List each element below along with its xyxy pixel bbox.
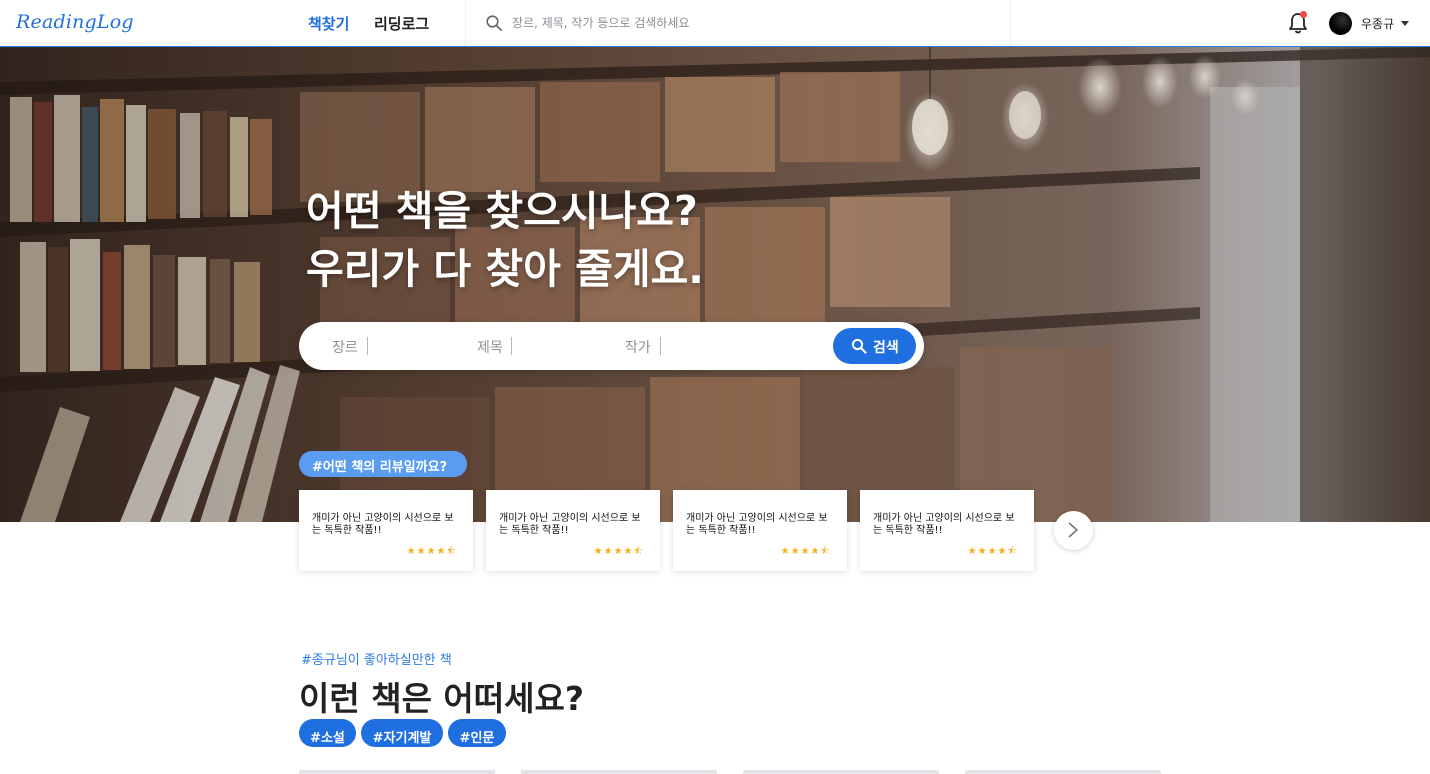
- recommend-title: 이런 책은 어떠세요?: [299, 679, 585, 718]
- tab-find-books[interactable]: 책찾기: [308, 13, 349, 34]
- review-text: 개미가 아닌 고양이의 시선으로 보는 독특한 작품!!: [312, 513, 454, 536]
- divider: [367, 337, 368, 355]
- carousel-next-button[interactable]: [1054, 511, 1093, 550]
- hero-headline: 어떤 책을 찾으시나요? 우리가 다 찾아 줄게요.: [306, 182, 704, 298]
- title-field[interactable]: 제목: [477, 337, 503, 357]
- review-question-tag: #어떤 책의 리뷰일까요?: [299, 451, 467, 477]
- search-button[interactable]: 검색: [833, 328, 916, 364]
- genre-field[interactable]: 장르: [332, 337, 358, 357]
- avatar[interactable]: [1329, 12, 1352, 35]
- divider: [511, 337, 512, 355]
- top-search-bar: [465, 0, 1011, 46]
- book-card-peek[interactable]: [965, 770, 1161, 774]
- genre-chip-self-help[interactable]: #자기계발: [361, 719, 443, 747]
- star-rating-icon: ★★★★⯪: [780, 546, 831, 557]
- app-logo[interactable]: ReadingLog: [16, 11, 134, 33]
- search-icon[interactable]: [485, 14, 503, 32]
- review-text: 개미가 아닌 고양이의 시선으로 보는 독특한 작품!!: [873, 513, 1015, 536]
- caret-down-icon[interactable]: [1401, 21, 1409, 26]
- review-text: 개미가 아닌 고양이의 시선으로 보는 독특한 작품!!: [499, 513, 641, 536]
- chevron-right-icon: [1068, 522, 1079, 538]
- notification-dot: [1300, 11, 1307, 18]
- hero-banner: 어떤 책을 찾으시나요? 우리가 다 찾아 줄게요. #어떤 책의 리뷰일까요?: [0, 47, 1430, 522]
- hero-title-line-1: 어떤 책을 찾으시나요?: [306, 187, 698, 235]
- review-card[interactable]: 개미가 아닌 고양이의 시선으로 보는 독특한 작품!! ★★★★⯪: [673, 490, 847, 571]
- author-field[interactable]: 작가: [625, 337, 651, 357]
- search-icon: [851, 338, 867, 354]
- review-card[interactable]: 개미가 아닌 고양이의 시선으로 보는 독특한 작품!! ★★★★⯪: [860, 490, 1034, 571]
- review-text: 개미가 아닌 고양이의 시선으로 보는 독특한 작품!!: [686, 513, 828, 536]
- book-card-peek[interactable]: [299, 770, 495, 774]
- book-search-form: 장르 제목 작가 검색: [299, 322, 924, 370]
- review-card[interactable]: 개미가 아닌 고양이의 시선으로 보는 독특한 작품!! ★★★★⯪: [299, 490, 473, 571]
- divider: [660, 337, 661, 355]
- tab-reading-log[interactable]: 리딩로그: [374, 13, 429, 34]
- bookshelf-background-image: [0, 47, 1430, 522]
- book-card-peek[interactable]: [521, 770, 717, 774]
- top-navigation-bar: ReadingLog 책찾기 리딩로그 우종규: [0, 0, 1430, 47]
- hero-title-line-2: 우리가 다 찾아 줄게요.: [306, 245, 704, 293]
- star-rating-icon: ★★★★⯪: [593, 546, 644, 557]
- genre-chip-humanities[interactable]: #인문: [448, 719, 506, 747]
- star-rating-icon: ★★★★⯪: [967, 546, 1018, 557]
- star-rating-icon: ★★★★⯪: [406, 546, 457, 557]
- search-button-label: 검색: [873, 340, 899, 356]
- top-search-input[interactable]: [512, 12, 972, 34]
- book-card-peek[interactable]: [743, 770, 939, 774]
- recommend-tag: #종규님이 좋아하실만한 책: [301, 653, 452, 668]
- genre-chip-novel[interactable]: #소설: [299, 719, 356, 747]
- user-name[interactable]: 우종규: [1361, 15, 1394, 32]
- review-card[interactable]: 개미가 아닌 고양이의 시선으로 보는 독특한 작품!! ★★★★⯪: [486, 490, 660, 571]
